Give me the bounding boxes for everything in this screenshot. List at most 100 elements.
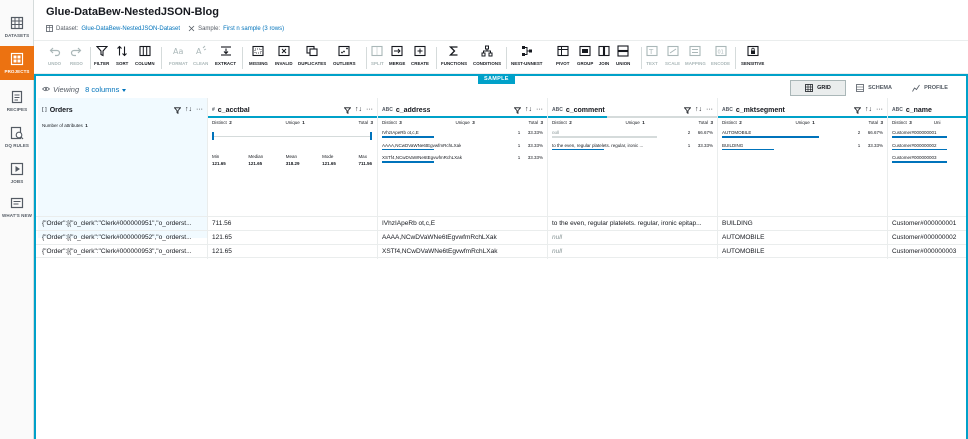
cell-c-mktsegment[interactable]: AUTOMOBILE xyxy=(718,231,888,245)
quality-bar xyxy=(718,116,887,118)
cell-c-name[interactable]: Customer#000000003 xyxy=(888,245,966,259)
tab-grid[interactable]: GRID xyxy=(790,80,846,96)
sample-link[interactable]: First n sample (3 rows) xyxy=(223,26,284,32)
filter-icon[interactable] xyxy=(174,106,181,114)
cell-c-acctbal[interactable]: 121.65 xyxy=(208,231,378,245)
value-percent: 66.67% xyxy=(697,130,713,135)
cell-c-address[interactable]: AAAA,NCwDVaWNe6tEgvwfmRchLXak xyxy=(378,231,548,245)
nav-datasets[interactable]: DATASETS xyxy=(0,10,34,44)
text-button[interactable]: T TEXT xyxy=(646,45,658,71)
nav-label: DATASETS xyxy=(4,33,30,38)
functions-button[interactable]: FUNCTIONS xyxy=(441,45,467,71)
encode-icon: 01 xyxy=(714,45,727,57)
nav-jobs[interactable]: JOBS xyxy=(0,156,34,190)
value-row: XSTf4,NCwDVaWNe6tEgvwfmRchLXak 1 33.33% xyxy=(382,155,543,160)
cell-c-name[interactable]: Customer#000000001 xyxy=(888,217,966,231)
nav-recipes[interactable]: RECIPES xyxy=(0,84,34,118)
conditions-button[interactable]: CONDITIONS xyxy=(473,45,501,71)
svg-text:01: 01 xyxy=(717,50,723,56)
value-name: XSTf4,NCwDVaWNe6tEgvwfmRchLXak xyxy=(382,155,462,160)
pivot-button[interactable]: PIVOT xyxy=(556,45,569,71)
table-row[interactable]: {"Order":[{"o_clerk":"Clerk#000000951","… xyxy=(36,216,966,231)
cell-c-address[interactable]: XSTf4,NCwDVaWNe6tEgvwfmRchLXak xyxy=(378,245,548,259)
group-button[interactable]: GROUP xyxy=(577,45,593,71)
summary-value: 121.65 xyxy=(212,161,226,166)
value-percent: 33.33% xyxy=(527,155,543,160)
nav-projects[interactable]: PROJECTS xyxy=(0,46,34,80)
outliers-button[interactable]: OUTLIERS xyxy=(333,45,356,71)
sort-button[interactable]: SORT xyxy=(116,45,128,71)
filter-button[interactable]: FILTER xyxy=(94,45,109,71)
sort-icon[interactable]: ↑↓ xyxy=(525,105,532,115)
cell-orders[interactable]: {"Order":[{"o_clerk":"Clerk#000000951","… xyxy=(38,217,208,231)
filter-icon[interactable] xyxy=(344,106,351,114)
more-icon[interactable]: ··· xyxy=(876,105,883,115)
more-icon[interactable]: ··· xyxy=(536,105,543,115)
scale-button[interactable]: SCALE xyxy=(665,45,680,71)
split-button[interactable]: SPLIT xyxy=(371,45,384,71)
sort-icon[interactable]: ↑↓ xyxy=(695,105,702,115)
nav-dq-rules[interactable]: DQ RULES xyxy=(0,120,34,154)
join-button[interactable]: JOIN xyxy=(598,45,610,71)
column-header: [ ] Orders ↑↓ ··· xyxy=(38,104,207,116)
filter-icon[interactable] xyxy=(854,106,861,114)
cell-c-address[interactable]: IVhzIApeRb ot,c,E xyxy=(378,217,548,231)
union-button[interactable]: UNION xyxy=(616,45,630,71)
stat-label: Number of attributes xyxy=(42,123,83,128)
summary-label: Max xyxy=(358,154,367,159)
missing-button[interactable]: MISSING xyxy=(249,45,268,71)
duplicates-icon xyxy=(306,45,318,57)
table-row[interactable]: {"Order":[{"o_clerk":"Clerk#000000952","… xyxy=(36,230,966,245)
value-row: Customer#000000001 xyxy=(892,130,966,135)
sort-icon[interactable]: ↑↓ xyxy=(355,105,362,115)
invalid-button[interactable]: INVALID xyxy=(275,45,293,71)
columns-selector[interactable]: 8 columns xyxy=(85,85,127,94)
create-button[interactable]: CREATE xyxy=(411,45,429,71)
nest-unnest-button[interactable]: NEST-UNNEST xyxy=(511,45,543,71)
missing-bar xyxy=(607,116,717,118)
filter-icon[interactable] xyxy=(514,106,521,114)
sensitive-button[interactable]: SENSITIVE xyxy=(741,45,764,71)
merge-button[interactable]: MERGE xyxy=(389,45,405,71)
cell-c-acctbal[interactable]: 711.56 xyxy=(208,217,378,231)
nav-whats-new[interactable]: WHAT'S NEW xyxy=(0,190,34,224)
format-button[interactable]: Aa FORMAT xyxy=(169,45,188,71)
redo-button[interactable]: REDO xyxy=(70,45,83,71)
undo-button[interactable]: UNDO xyxy=(48,45,61,71)
extract-label: EXTRACT xyxy=(215,61,237,66)
cell-c-mktsegment[interactable]: AUTOMOBILE xyxy=(718,245,888,259)
value-percent: 33.33% xyxy=(527,142,543,148)
value-percent: 33.33% xyxy=(527,130,543,135)
total-label: Total xyxy=(698,120,708,125)
cell-orders[interactable]: {"Order":[{"o_clerk":"Clerk#000000952","… xyxy=(38,231,208,245)
more-icon[interactable]: ··· xyxy=(706,105,713,115)
cell-c-acctbal[interactable]: 121.65 xyxy=(208,245,378,259)
sort-icon[interactable]: ↑↓ xyxy=(865,105,872,115)
table-row[interactable]: {"Order":[{"o_clerk":"Clerk#000000953","… xyxy=(36,244,966,259)
more-icon[interactable]: ··· xyxy=(366,105,373,115)
column-button[interactable]: COLUMN xyxy=(135,45,155,71)
cell-c-comment[interactable]: to the even, regular platelets. regular,… xyxy=(548,217,718,231)
extract-button[interactable]: EXTRACT xyxy=(215,45,236,71)
value-name: Customer#000000001 xyxy=(892,130,937,135)
tab-profile[interactable]: PROFILE xyxy=(902,80,958,96)
filter-icon[interactable] xyxy=(684,106,691,114)
dataset-link[interactable]: Glue-DataBew-NestedJSON-Dataset xyxy=(81,26,180,32)
duplicates-button[interactable]: DUPLICATES xyxy=(298,45,326,71)
clean-button[interactable]: A CLEAN xyxy=(193,45,208,71)
more-icon[interactable]: ··· xyxy=(196,105,203,115)
column-stats: Number of attributes 1 xyxy=(42,123,203,128)
cell-c-comment[interactable]: null xyxy=(548,231,718,245)
column-icon xyxy=(139,45,151,57)
cell-c-mktsegment[interactable]: BUILDING xyxy=(718,217,888,231)
tab-schema[interactable]: SCHEMA xyxy=(846,80,902,96)
mapping-button[interactable]: MAPPING xyxy=(685,45,706,71)
clean-icon: A xyxy=(196,45,206,56)
cell-c-name[interactable]: Customer#000000002 xyxy=(888,231,966,245)
encode-button[interactable]: 01 ENCODE xyxy=(711,45,730,71)
cell-orders[interactable]: {"Order":[{"o_clerk":"Clerk#000000953","… xyxy=(38,245,208,259)
sort-icon[interactable]: ↑↓ xyxy=(185,105,192,115)
cell-c-comment[interactable]: null xyxy=(548,245,718,259)
summary-value: 318.29 xyxy=(285,161,300,166)
nest-unnest-icon xyxy=(521,46,532,56)
